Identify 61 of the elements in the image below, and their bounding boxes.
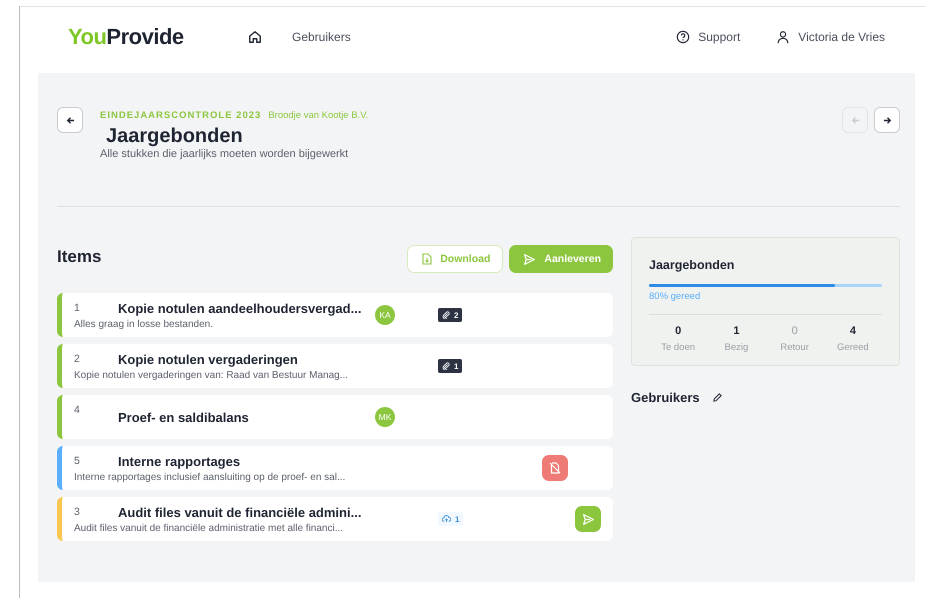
eyebrow: EINDEJAARSCONTROLE 2023 [100, 110, 262, 121]
item-number: 2 [74, 353, 81, 365]
progress-label: 80% gereed [649, 291, 702, 302]
item-title: Interne rapportages [118, 454, 240, 468]
avatar: MK [375, 407, 395, 427]
attachment-count-badge: 2 [438, 308, 462, 322]
item-title: Proef- en saldibalans [118, 410, 249, 424]
support-link[interactable]: Support [698, 30, 740, 44]
user-name[interactable]: Victoria de Vries [798, 30, 885, 44]
left-arrow-icon [850, 116, 860, 124]
item-row[interactable]: 5 Interne rapportages Interne rapportages inclusief aansluiting op de proef- en sal... [57, 446, 613, 490]
attachment-count-badge: 1 [438, 359, 462, 373]
item-description: Audit files vanuit de financiële administratie met alle financi... [74, 522, 344, 534]
item-row[interactable]: 3 Audit files vanuit de financiële admini... Audit files vanuit de financiële administratie met alle financi... 1 [57, 497, 613, 541]
help-icon [676, 30, 690, 44]
stat-value: 1 [733, 325, 740, 337]
no-file-button[interactable] [542, 455, 568, 481]
file-off-icon [549, 462, 561, 474]
file-icon [422, 253, 432, 265]
stat-value: 4 [850, 325, 856, 337]
item-number: 5 [74, 455, 81, 467]
item-title: Audit files vanuit de financiële admini... [118, 504, 362, 520]
item-description: Kopie notulen vergaderingen van: Raad van Bestuur Manag... [74, 370, 348, 380]
upload-count-badge: 1 [438, 512, 464, 526]
card-title: Jaargebonden [649, 258, 736, 272]
item-title: Kopie notulen vergaderingen [118, 352, 298, 366]
page-title: Jaargebonden [106, 125, 244, 148]
stat-label: Gereed [837, 342, 869, 353]
user-icon [776, 30, 790, 44]
avatar: KA [375, 305, 395, 325]
item-number: 1 [74, 302, 81, 314]
stat-label: Te doen [661, 342, 696, 353]
send-icon [523, 252, 536, 266]
users-title: Gebruikers [631, 390, 700, 405]
item-number: 3 [74, 506, 81, 518]
item-number: 4 [74, 404, 81, 416]
logo[interactable]: YouProvide [68, 24, 238, 50]
back-arrow-icon [66, 116, 74, 124]
paperclip-icon [442, 311, 450, 319]
stat-label: Retour [780, 342, 809, 353]
stat-value: 0 [792, 325, 798, 337]
edit-icon[interactable] [712, 392, 723, 403]
right-arrow-icon [882, 116, 892, 124]
back-button[interactable] [57, 107, 83, 133]
cloud-upload-icon [442, 515, 451, 523]
client-name: Broodje van Kootje B.V. [268, 110, 368, 121]
item-row[interactable]: 2 Kopie notulen vergaderingen Kopie notulen vergaderingen van: Raad van Bestuur Manag... 1 [57, 344, 613, 388]
item-description: Interne rapportages inclusief aansluiting op de proef- en sal... [74, 472, 346, 482]
page-subtitle: Alle stukken die jaarlijks moeten worden bijgewerkt [100, 148, 350, 160]
item-row[interactable]: 4 Proef- en saldibalans MK [57, 395, 613, 439]
stat-value: 0 [675, 325, 682, 337]
section-title: Items [57, 247, 102, 267]
nav-link[interactable]: Gebruikers [292, 30, 351, 44]
home-icon[interactable] [248, 30, 262, 44]
stat-label: Bezig [724, 342, 748, 353]
paperclip-icon [442, 362, 450, 370]
item-title: Kopie notulen aandeelhoudersvergad... [118, 300, 362, 316]
send-icon [582, 512, 594, 526]
item-description: Alles graag in losse bestanden. [74, 318, 213, 330]
next-button[interactable] [874, 107, 900, 133]
item-row[interactable]: 1 Kopie notulen aandeelhoudersvergad... Alles graag in losse bestanden. KA 2 [57, 293, 613, 337]
